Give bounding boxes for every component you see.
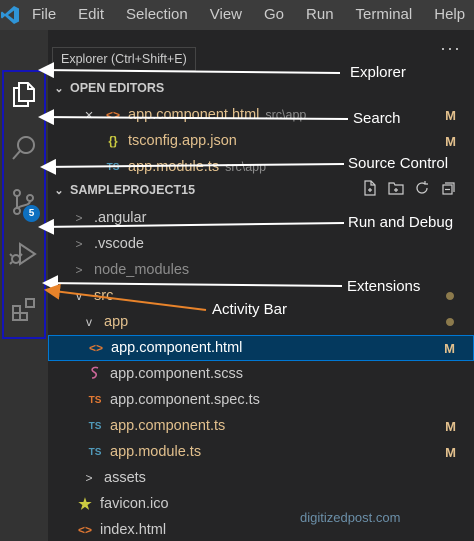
menu-help[interactable]: Help [422, 0, 474, 30]
tree-file[interactable]: <> index.html [48, 517, 474, 541]
json-file-icon: {} [108, 134, 118, 148]
tree-file[interactable]: TS app.module.ts M [48, 439, 474, 465]
typescript-file-icon: TS [106, 161, 120, 173]
tree-file[interactable]: ★ favicon.ico [48, 491, 474, 517]
typescript-spec-file-icon: TS [88, 394, 102, 406]
chevron-down-icon: v [76, 289, 82, 303]
scss-file-icon [86, 366, 104, 383]
tree-folder[interactable]: > assets [48, 465, 474, 491]
modified-dot [446, 318, 454, 326]
star-icon: ★ [78, 496, 92, 513]
typescript-file-icon: TS [88, 446, 102, 458]
chevron-down-icon: ⌄ [54, 184, 64, 197]
modified-badge: M [445, 107, 456, 123]
menu-go[interactable]: Go [252, 0, 294, 30]
label-run-and-debug: Run and Debug [348, 214, 454, 231]
new-file-icon[interactable] [362, 180, 378, 196]
new-folder-icon[interactable] [388, 180, 404, 196]
folder-name: assets [104, 470, 146, 486]
label-extensions: Extensions [347, 278, 421, 295]
explorer-actions [362, 180, 456, 196]
folder-name: app [104, 314, 129, 330]
file-name: app.component.ts [110, 418, 226, 434]
explorer-icon[interactable] [0, 70, 48, 118]
file-name: app.component.html [111, 340, 243, 356]
refresh-icon[interactable] [414, 180, 430, 196]
html-file-icon: <> [77, 523, 92, 537]
tree-folder[interactable]: > .vscode [48, 231, 474, 257]
open-editor-item[interactable]: × <> app.component.html src\app M [48, 102, 474, 128]
file-name: app.component.spec.ts [110, 392, 260, 408]
modified-badge: M [445, 418, 456, 434]
project-title: SAMPLEPROJECT15 [70, 183, 196, 197]
chevron-down-icon: ⌄ [54, 82, 64, 95]
html-file-icon: <> [88, 341, 103, 355]
folder-name: src [94, 288, 114, 304]
file-name: app.module.ts [128, 159, 220, 175]
collapse-all-icon[interactable] [440, 180, 456, 196]
file-name: favicon.ico [100, 496, 169, 512]
menu-bar: File Edit Selection View Go Run Terminal… [0, 0, 474, 30]
menu-edit[interactable]: Edit [66, 0, 114, 30]
menu-selection[interactable]: Selection [114, 0, 198, 30]
file-path: src\app [225, 160, 267, 174]
modified-badge: M [445, 133, 456, 149]
run-debug-icon[interactable] [0, 230, 48, 278]
tree-file[interactable]: app.component.scss [48, 361, 474, 387]
chevron-right-icon: > [75, 211, 83, 225]
menu-file[interactable]: File [20, 0, 66, 30]
chevron-right-icon: > [75, 237, 83, 251]
modified-dot [446, 292, 454, 300]
label-explorer: Explorer [350, 64, 406, 81]
folder-name: .angular [94, 210, 147, 226]
menu-terminal[interactable]: Terminal [344, 0, 423, 30]
tree-file[interactable]: TS app.component.ts M [48, 413, 474, 439]
modified-badge: M [444, 340, 455, 356]
label-search: Search [353, 110, 401, 127]
close-icon[interactable]: × [80, 107, 98, 124]
source-control-badge: 5 [23, 205, 40, 222]
file-name: index.html [100, 522, 167, 538]
typescript-file-icon: TS [88, 420, 102, 432]
menu-run[interactable]: Run [294, 0, 344, 30]
chevron-down-icon: v [86, 315, 92, 329]
folder-name: node_modules [94, 262, 190, 278]
label-source-control: Source Control [348, 155, 449, 172]
open-editor-item[interactable]: {} tsconfig.app.json M [48, 128, 474, 154]
watermark: digitizedpost.com [300, 510, 401, 525]
chevron-right-icon: > [75, 263, 83, 277]
file-path: src\app [265, 108, 307, 122]
open-editors-header[interactable]: ⌄ OPEN EDITORS [48, 76, 474, 100]
explorer-tooltip: Explorer (Ctrl+Shift+E) [52, 47, 196, 71]
folder-name: .vscode [94, 236, 144, 252]
file-name: app.component.html [128, 107, 260, 123]
html-file-icon: <> [105, 108, 120, 122]
activity-bar: 5 [0, 30, 48, 541]
file-name: app.component.scss [110, 366, 243, 382]
file-name: app.module.ts [110, 444, 202, 460]
label-activity-bar: Activity Bar [212, 301, 288, 318]
chevron-right-icon: > [85, 471, 93, 485]
more-actions-icon[interactable]: ··· [440, 38, 461, 59]
modified-badge: M [445, 444, 456, 460]
tree-file[interactable]: TS app.component.spec.ts [48, 387, 474, 413]
tree-file-selected[interactable]: <> app.component.html M [48, 335, 474, 361]
file-name: tsconfig.app.json [128, 133, 237, 149]
menu-view[interactable]: View [198, 0, 252, 30]
vscode-logo-icon [0, 0, 20, 30]
search-icon[interactable] [0, 124, 48, 172]
extensions-icon[interactable] [0, 286, 48, 334]
open-editors-title: OPEN EDITORS [70, 81, 165, 95]
